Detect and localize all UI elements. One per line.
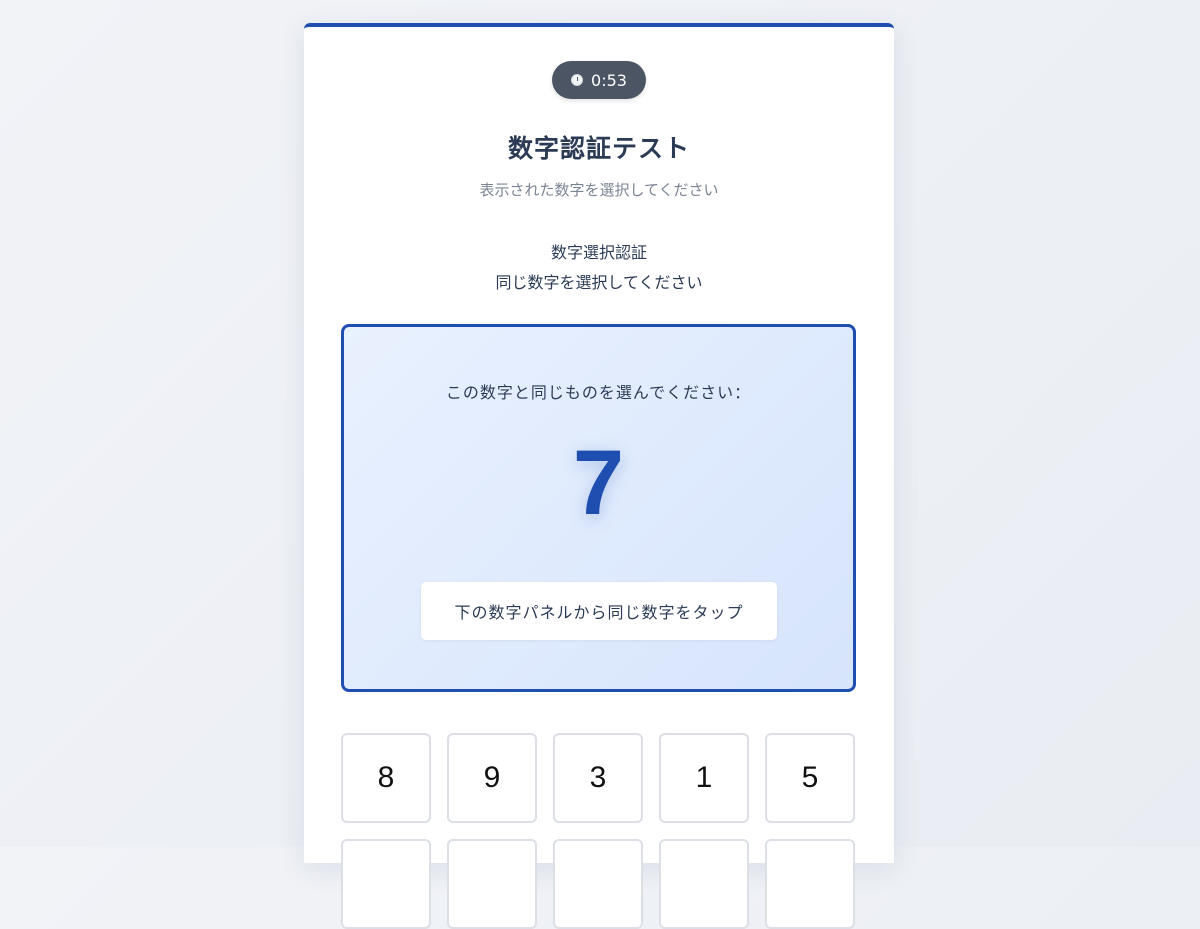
stopwatch-icon: [571, 74, 584, 86]
digit-tile[interactable]: 1: [659, 733, 749, 823]
target-digit: 7: [572, 432, 625, 534]
digit-tile[interactable]: 5: [765, 733, 855, 823]
instruction-text: 同じ数字を選択してください: [495, 273, 703, 292]
page-title: 数字認証テスト: [507, 134, 690, 163]
digit-tile-partial[interactable]: [659, 839, 749, 929]
digit-tile-partial[interactable]: [341, 839, 431, 929]
captcha-card: 0:53 数字認証テスト 表示された数字を選択してください 数字選択認証 同じ数…: [304, 23, 894, 929]
digit-tile-partial[interactable]: [765, 839, 855, 929]
digit-tile[interactable]: 3: [553, 733, 643, 823]
digit-tile[interactable]: 9: [447, 733, 537, 823]
page-subtitle: 表示された数字を選択してください: [479, 181, 719, 199]
timer-value: 0:53: [591, 70, 627, 90]
target-prompt: この数字と同じものを選んでください：: [445, 383, 752, 402]
digit-tile-partial[interactable]: [553, 839, 643, 929]
digit-tile-partial[interactable]: [447, 839, 537, 929]
tap-hint: 下の数字パネルから同じ数字をタップ: [421, 582, 777, 640]
digit-tile[interactable]: 8: [341, 733, 431, 823]
countdown-timer: 0:53: [552, 61, 646, 99]
target-digit-panel: この数字と同じものを選んでください： 7 下の数字パネルから同じ数字をタップ: [341, 324, 856, 692]
instruction-heading: 数字選択認証: [550, 243, 647, 262]
